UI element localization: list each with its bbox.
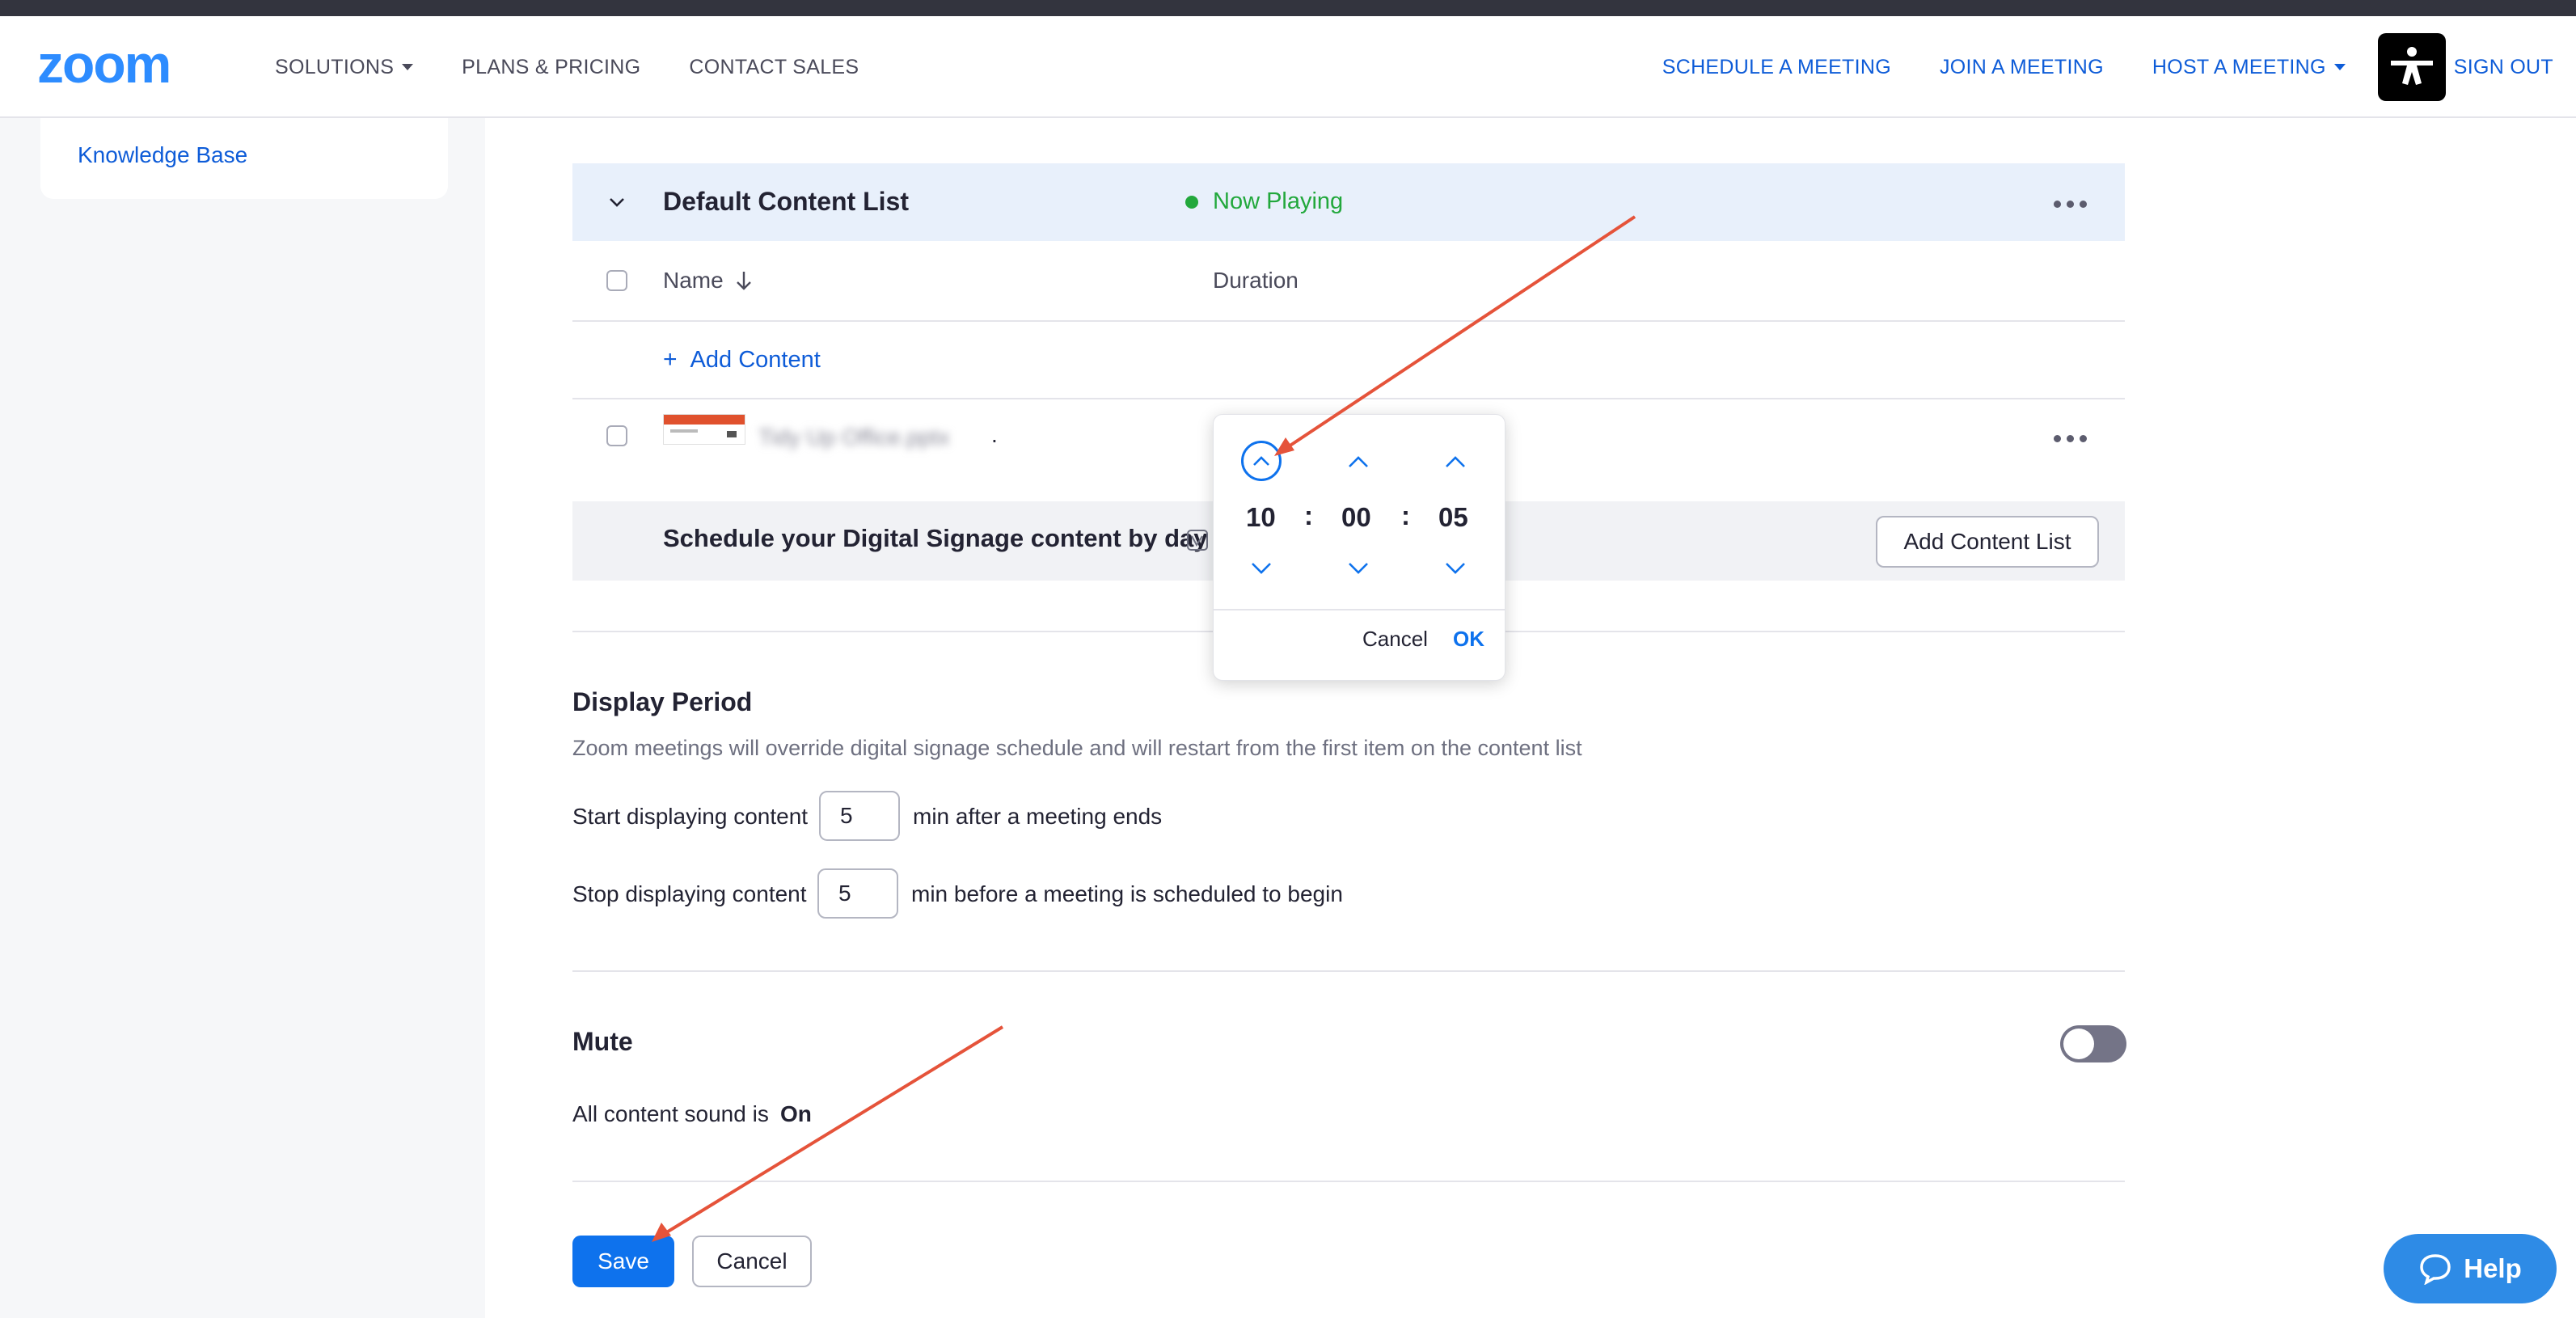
nav-join-meeting[interactable]: JOIN A MEETING xyxy=(1940,56,2104,79)
account-nav: SCHEDULE A MEETING JOIN A MEETING HOST A… xyxy=(1614,16,2553,118)
column-header-name[interactable]: Name xyxy=(663,268,753,294)
more-options-icon[interactable] xyxy=(2054,201,2087,208)
cancel-button[interactable]: Cancel xyxy=(692,1236,812,1287)
column-header-name-label: Name xyxy=(663,268,724,293)
zoom-logo[interactable]: zoom xyxy=(37,40,223,91)
stop-minutes-input[interactable]: 5 xyxy=(817,868,898,919)
sidebar-link-knowledge-base[interactable]: Knowledge Base xyxy=(78,142,247,168)
nav-schedule-meeting[interactable]: SCHEDULE A MEETING xyxy=(1662,56,1891,79)
nav-contact-sales[interactable]: CONTACT SALES xyxy=(689,56,859,79)
schedule-by-day-label: Schedule your Digital Signage content by… xyxy=(663,524,1208,552)
hours-value[interactable]: 10 xyxy=(1246,502,1276,533)
hours-down-chevron-icon[interactable] xyxy=(1251,562,1272,575)
content-item-suffix: . xyxy=(991,422,998,447)
add-content-label: Add Content xyxy=(690,346,821,373)
content-item-name[interactable]: Tidy Up Office.pptx xyxy=(758,425,950,450)
stop-displaying-label: Stop displaying content xyxy=(572,881,807,906)
start-displaying-label: Start displaying content xyxy=(572,804,809,829)
user-logo-icon xyxy=(2390,47,2433,85)
column-header-duration: Duration xyxy=(1213,268,1299,293)
status-dot-icon xyxy=(1185,195,1198,209)
time-picker-cancel-button[interactable]: Cancel xyxy=(1362,627,1428,652)
display-period-title: Display Period xyxy=(572,687,753,716)
content-sound-value: On xyxy=(780,1101,812,1126)
start-displaying-suffix: min after a meeting ends xyxy=(913,804,1163,829)
mute-toggle[interactable] xyxy=(2060,1025,2126,1062)
chat-bubble-icon xyxy=(2420,1254,2451,1285)
seconds-up-chevron-icon[interactable] xyxy=(1445,455,1466,468)
avatar[interactable] xyxy=(2377,33,2446,101)
svg-text:zoom: zoom xyxy=(37,40,170,91)
now-playing-status: Now Playing xyxy=(1185,188,1343,215)
start-minutes-input[interactable]: 5 xyxy=(819,791,900,841)
nav-solutions-label: SOLUTIONS xyxy=(275,55,395,78)
nav-plans-pricing[interactable]: PLANS & PRICING xyxy=(462,56,640,79)
schedule-checkbox-icon[interactable] xyxy=(1186,529,1209,551)
minutes-value[interactable]: 00 xyxy=(1341,502,1371,533)
select-all-checkbox[interactable] xyxy=(606,270,627,291)
plus-icon: + xyxy=(663,346,678,373)
time-separator: : xyxy=(1304,501,1313,530)
nav-sign-out[interactable]: SIGN OUT xyxy=(2454,56,2553,79)
top-navigation-bar: zoom SOLUTIONS PLANS & PRICING CONTACT S… xyxy=(0,16,2576,118)
mute-title: Mute xyxy=(572,1027,633,1056)
minutes-up-chevron-icon[interactable] xyxy=(1348,455,1369,468)
content-thumbnail xyxy=(663,414,745,445)
content-list-title: Default Content List xyxy=(663,187,909,216)
caret-down-icon xyxy=(402,64,414,70)
chevron-up-icon xyxy=(1253,456,1269,466)
sort-down-arrow-icon xyxy=(736,272,751,290)
seconds-value[interactable]: 05 xyxy=(1438,502,1468,533)
display-period-description: Zoom meetings will override digital sign… xyxy=(572,736,1582,760)
add-content-list-button[interactable]: Add Content List xyxy=(1876,516,2099,568)
seconds-down-chevron-icon[interactable] xyxy=(1445,562,1466,575)
row-divider xyxy=(572,320,2125,322)
section-divider xyxy=(572,970,2125,972)
minutes-down-chevron-icon[interactable] xyxy=(1348,562,1369,575)
content-sound-label: All content sound is xyxy=(572,1101,769,1126)
content-item-checkbox[interactable] xyxy=(606,425,627,446)
row-divider xyxy=(572,398,2125,399)
time-picker-ok-button[interactable]: OK xyxy=(1453,627,1484,652)
time-picker-popup: 10 : 00 : 05 Cancel OK xyxy=(1213,414,1505,681)
nav-host-meeting[interactable]: HOST A MEETING xyxy=(2152,56,2346,79)
help-label: Help xyxy=(2464,1253,2522,1283)
stop-displaying-suffix: min before a meeting is scheduled to beg… xyxy=(911,881,1343,906)
content-item-more-icon[interactable] xyxy=(2054,435,2087,442)
nav-solutions[interactable]: SOLUTIONS xyxy=(275,55,414,79)
main-content-panel xyxy=(485,118,2576,1318)
browser-top-strip xyxy=(0,0,2576,16)
popup-divider xyxy=(1214,609,1505,610)
nav-host-meeting-label: HOST A MEETING xyxy=(2152,55,2326,78)
now-playing-label: Now Playing xyxy=(1213,188,1344,214)
caret-down-icon xyxy=(2333,64,2346,70)
add-content-button[interactable]: + Add Content xyxy=(663,346,821,374)
save-button[interactable]: Save xyxy=(572,1236,674,1287)
section-divider xyxy=(572,1181,2125,1182)
hours-up-button[interactable] xyxy=(1241,441,1282,481)
chevron-down-icon[interactable] xyxy=(608,193,626,211)
time-separator: : xyxy=(1401,501,1410,530)
toggle-knob xyxy=(2063,1029,2094,1059)
primary-nav: SOLUTIONS PLANS & PRICING CONTACT SALES xyxy=(275,16,907,118)
sidebar-card: Knowledge Base xyxy=(40,118,448,199)
help-button[interactable]: Help xyxy=(2384,1234,2557,1303)
